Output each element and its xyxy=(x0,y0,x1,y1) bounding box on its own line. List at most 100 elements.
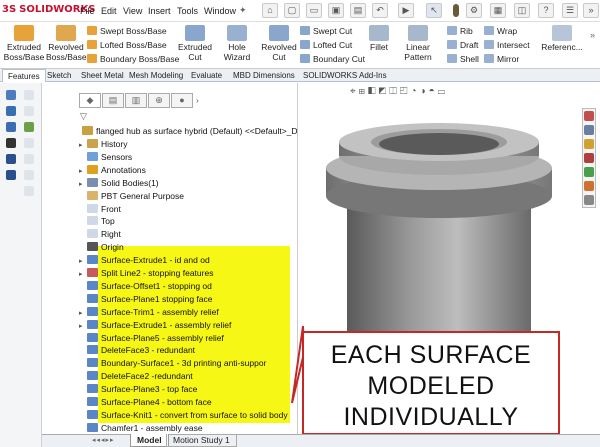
save-icon[interactable]: ▣ xyxy=(328,3,344,18)
menu-view[interactable]: View xyxy=(123,6,142,16)
extruded-boss-button[interactable]: Extruded Boss/Base xyxy=(2,25,46,62)
tree-item[interactable]: Surface-Knit1 - convert from surface to … xyxy=(79,409,288,421)
display-style-icon[interactable]: ◰ xyxy=(400,86,411,97)
file-properties-icon[interactable]: ▦ xyxy=(490,3,506,18)
tree-item[interactable]: Chamfer1 - assembly ease xyxy=(79,422,203,434)
fillet-button[interactable]: Fillet xyxy=(366,25,392,52)
tab-evaluate[interactable]: Evaluate xyxy=(186,69,227,82)
line-icon[interactable] xyxy=(6,106,16,116)
tab-mesh-modeling[interactable]: Mesh Modeling xyxy=(124,69,188,82)
menu-file[interactable]: File xyxy=(80,6,95,16)
tab-motion-study[interactable]: Motion Study 1 xyxy=(166,434,237,447)
zoom-area-icon[interactable]: ⊞ xyxy=(359,86,368,97)
boundary-cut-button[interactable]: Boundary Cut xyxy=(300,53,365,65)
tree-item[interactable]: Surface-Plane1 stopping face xyxy=(79,293,213,305)
trim-icon[interactable] xyxy=(6,154,16,164)
tree-item[interactable]: Surface-Offset1 - stopping od xyxy=(79,280,212,292)
previous-view-icon[interactable]: ◧ xyxy=(368,86,379,97)
panel-expand-icon[interactable]: › xyxy=(196,96,199,105)
undo-icon[interactable]: ↶ xyxy=(372,3,388,18)
scene-icon[interactable]: ◓ xyxy=(429,86,438,97)
tree-item[interactable]: Surface-Plane5 - assembly relief xyxy=(79,332,224,344)
new-document-icon[interactable]: ▢ xyxy=(284,3,300,18)
tree-item[interactable]: ▸ Surface-Extrude1 - id and od xyxy=(79,254,210,266)
revolved-cut-button[interactable]: Revolved Cut xyxy=(261,25,297,62)
tab-sketch[interactable]: Sketch xyxy=(42,69,76,82)
tab-features[interactable]: Features xyxy=(2,69,46,82)
rebuild-icon[interactable]: ▶ xyxy=(398,3,414,18)
hide-show-icon[interactable]: ◔ xyxy=(411,86,420,97)
revolved-boss-button[interactable]: Revolved Boss/Base xyxy=(46,25,87,62)
swept-boss-button[interactable]: Swept Boss/Base xyxy=(87,25,167,37)
propertymanager-tab-icon[interactable]: ▤ xyxy=(102,93,124,108)
wrap-button[interactable]: Wrap xyxy=(484,25,517,37)
custom-properties-icon[interactable] xyxy=(584,181,594,191)
lofted-boss-button[interactable]: Lofted Boss/Base xyxy=(87,39,167,51)
shell-button[interactable]: Shell xyxy=(447,53,479,65)
options-gear-icon[interactable]: ⚙ xyxy=(466,3,482,18)
spline-icon[interactable] xyxy=(24,138,34,148)
tree-item[interactable]: DeleteFace2 -redundant xyxy=(79,370,193,382)
tree-item[interactable]: ▸ Split Line2 - stopping features xyxy=(79,267,213,279)
tree-item[interactable]: ▸ Surface-Extrude1 - assembly relief xyxy=(79,319,231,331)
configurationmanager-tab-icon[interactable]: ▥ xyxy=(125,93,147,108)
circle-icon[interactable] xyxy=(6,122,16,132)
offset-icon[interactable] xyxy=(24,154,34,164)
resources-icon[interactable] xyxy=(584,111,594,121)
view-settings-icon[interactable]: ◫ xyxy=(514,3,530,18)
view-orientation-icon[interactable]: ◫ xyxy=(389,86,400,97)
section-view-icon[interactable]: ◩ xyxy=(379,86,390,97)
tree-item[interactable]: Surface-Plane3 - top face xyxy=(79,383,197,395)
tree-item[interactable]: Origin xyxy=(79,241,124,253)
zoom-to-fit-icon[interactable]: ⌖ xyxy=(350,86,359,97)
appearances-icon[interactable] xyxy=(584,167,594,177)
tab-mbd-dimensions[interactable]: MBD Dimensions xyxy=(228,69,300,82)
menu-edit[interactable]: Edit xyxy=(101,6,117,16)
sketch-icon[interactable] xyxy=(6,90,16,100)
tab-sheet-metal[interactable]: Sheet Metal xyxy=(76,69,129,82)
menu-window[interactable]: Window xyxy=(204,6,236,16)
pattern-icon[interactable] xyxy=(24,170,34,180)
tree-root[interactable]: flanged hub as surface hybrid (Default) … xyxy=(82,125,298,137)
rib-button[interactable]: Rib xyxy=(447,25,473,37)
open-folder-icon[interactable]: ▭ xyxy=(306,3,322,18)
extruded-cut-button[interactable]: Extruded Cut xyxy=(178,25,212,62)
pin-icon[interactable]: ✦ xyxy=(239,5,247,16)
more-icon[interactable]: » xyxy=(583,3,599,18)
tree-item[interactable]: ▸ History xyxy=(79,138,127,150)
display-settings-icon[interactable]: ▭ xyxy=(438,86,449,97)
hole-wizard-button[interactable]: Hole Wizard xyxy=(214,25,260,62)
linear-pattern-button[interactable]: Linear Pattern xyxy=(392,25,444,62)
help-icon[interactable]: ? xyxy=(538,3,554,18)
home-icon[interactable]: ⌂ xyxy=(262,3,278,18)
file-explorer-icon[interactable] xyxy=(584,139,594,149)
reference-geometry-button[interactable]: Referenc... xyxy=(536,25,588,52)
tree-item[interactable]: Sensors xyxy=(79,151,132,163)
arc-icon[interactable] xyxy=(24,122,34,132)
tree-item[interactable]: Right xyxy=(79,228,121,240)
filter-icon[interactable]: ▽ xyxy=(80,111,87,122)
tab-model[interactable]: Model xyxy=(130,434,169,447)
tree-item[interactable]: Surface-Plane4 - bottom face xyxy=(79,396,212,408)
smart-dimension-icon[interactable] xyxy=(24,90,34,100)
tree-item[interactable]: ▸ Surface-Trim1 - assembly relief xyxy=(79,306,219,318)
forum-icon[interactable] xyxy=(584,195,594,205)
tree-item[interactable]: Front xyxy=(79,203,121,215)
tab-scroll-icon[interactable]: ◂◂◂▸▸ xyxy=(92,436,115,444)
point-icon[interactable] xyxy=(6,138,16,148)
menu-tools[interactable]: Tools xyxy=(177,6,198,16)
tree-item[interactable]: Top xyxy=(79,215,115,227)
more-commands-icon[interactable]: » xyxy=(590,30,595,40)
tree-item[interactable]: ▸ Solid Bodies(1) xyxy=(79,177,159,189)
tab-addins[interactable]: SOLIDWORKS Add-Ins xyxy=(298,69,392,82)
intersect-button[interactable]: Intersect xyxy=(484,39,530,51)
dimxpert-tab-icon[interactable]: ⊕ xyxy=(148,93,170,108)
boundary-boss-button[interactable]: Boundary Boss/Base xyxy=(87,53,179,65)
menu-insert[interactable]: Insert xyxy=(148,6,171,16)
tree-item[interactable]: Boundary-Surface1 - 3d printing anti-sup… xyxy=(79,357,266,369)
featuremanager-tab-icon[interactable]: ◆ xyxy=(79,93,101,108)
customize-icon[interactable]: ☰ xyxy=(562,3,578,18)
mirror-entities-icon[interactable] xyxy=(6,170,16,180)
relations-icon[interactable] xyxy=(24,186,34,196)
print-icon[interactable]: ▤ xyxy=(350,3,366,18)
